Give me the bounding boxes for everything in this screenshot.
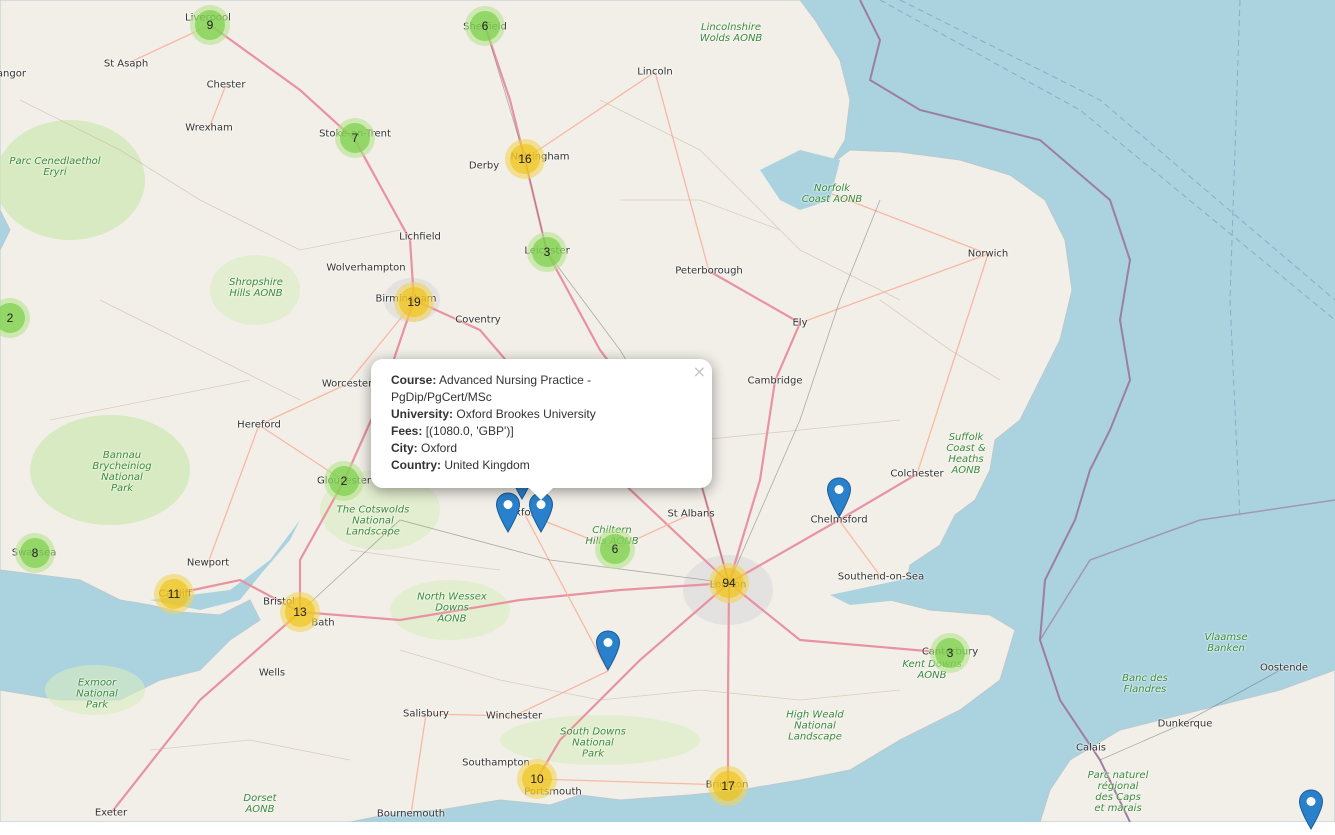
region-label-high-weald-national-landscape: High Weald National Landscape [786, 709, 844, 743]
popup-course-label: Course: [391, 373, 437, 387]
marker-cluster[interactable]: 19 [394, 282, 434, 322]
cluster-count: 10 [522, 764, 552, 794]
place-label-colchester: Colchester [890, 468, 944, 480]
place-label-newport: Newport [186, 557, 230, 569]
marker-cluster[interactable]: 6 [595, 529, 635, 569]
popup-fees-row: Fees: [(1080.0, 'GBP')] [391, 423, 692, 440]
popup-country-value: United Kingdom [441, 458, 530, 472]
cluster-count: 16 [510, 144, 540, 174]
course-popup: × Course: Advanced Nursing Practice - Pg… [371, 359, 712, 500]
map-pin-icon[interactable] [1298, 789, 1324, 830]
region-label-south-downs-national-park: South Downs National Park [560, 726, 626, 760]
cluster-count: 2 [329, 466, 359, 496]
cluster-count: 11 [159, 579, 189, 609]
place-label-st-asaph: St Asaph [103, 58, 149, 70]
cluster-count: 6 [470, 11, 500, 41]
place-label-calais: Calais [1075, 742, 1107, 754]
region-label-parc-cenedlaethol-eryri: Parc Cenedlaethol Eryri [9, 156, 101, 178]
place-label-dunkerque: Dunkerque [1157, 718, 1213, 730]
popup-course-row: Course: Advanced Nursing Practice - PgDi… [391, 372, 692, 406]
region-label-bannau-brycheiniog-national-park: Bannau Brycheiniog National Park [92, 450, 152, 494]
region-label-exmoor-national-park: Exmoor National Park [76, 677, 118, 711]
cluster-count: 9 [195, 10, 225, 40]
marker-cluster[interactable]: 2 [324, 461, 364, 501]
region-label-vlaamse-banken: Vlaamse Banken [1204, 632, 1248, 654]
region-label-suffolk-coast-heaths-aonb: Suffolk Coast & Heaths AONB [946, 432, 986, 476]
cluster-count: 3 [935, 638, 965, 668]
marker-cluster[interactable]: 11 [154, 574, 194, 614]
place-label-derby: Derby [468, 160, 500, 172]
place-label-cambridge: Cambridge [747, 375, 803, 387]
map-pin-icon[interactable] [495, 492, 521, 533]
place-label-wrexham: Wrexham [185, 122, 233, 134]
place-label-ely: Ely [792, 317, 808, 329]
cluster-count: 7 [340, 123, 370, 153]
cluster-count: 3 [532, 237, 562, 267]
place-label-st-albans: St Albans [667, 508, 715, 520]
place-label-wolverhampton: Wolverhampton [326, 262, 406, 274]
map-canvas[interactable]: LiverpoolSheffieldSt AsaphChesterLincoln… [0, 0, 1335, 830]
popup-university-value: Oxford Brookes University [453, 407, 596, 421]
region-label-dorset-aonb: Dorset AONB [243, 793, 277, 815]
popup-city-row: City: Oxford [391, 440, 692, 457]
place-label-bangor: Bangor [0, 68, 26, 80]
popup-city-value: Oxford [417, 441, 458, 455]
place-label-exeter: Exeter [94, 807, 128, 819]
popup-fees-label: Fees: [391, 424, 423, 438]
marker-cluster[interactable]: 17 [708, 766, 748, 806]
marker-cluster[interactable]: 3 [930, 633, 970, 673]
popup-city-label: City: [391, 441, 418, 455]
popup-country-label: Country: [391, 458, 441, 472]
snowdonia-green [0, 120, 145, 240]
region-label-shropshire-hills-aonb: Shropshire Hills AONB [229, 277, 283, 299]
region-label-norfolk-coast-aonb: Norfolk Coast AONB [801, 183, 863, 205]
marker-cluster[interactable]: 16 [505, 139, 545, 179]
cluster-count: 19 [399, 287, 429, 317]
place-label-winchester: Winchester [485, 710, 543, 722]
place-label-norwich: Norwich [967, 248, 1009, 260]
map-pin-icon[interactable] [595, 630, 621, 671]
popup-tip [528, 487, 554, 500]
place-label-lichfield: Lichfield [399, 231, 441, 243]
cluster-count: 2 [0, 303, 25, 333]
region-label-lincolnshire-wolds-aonb: Lincolnshire Wolds AONB [699, 22, 763, 44]
marker-cluster[interactable]: 13 [280, 592, 320, 632]
map-pin-icon[interactable] [826, 477, 852, 518]
marker-cluster[interactable]: 3 [527, 232, 567, 272]
region-label-parc-naturel-r-gional-des-caps-et-marais: Parc naturel régional des Caps et marais [1087, 770, 1149, 814]
place-label-peterborough: Peterborough [675, 265, 743, 277]
region-label-banc-des-flandres: Banc des Flandres [1122, 673, 1168, 695]
marker-cluster[interactable]: 10 [517, 759, 557, 799]
popup-fees-value: [(1080.0, 'GBP')] [422, 424, 514, 438]
popup-country-row: Country: United Kingdom [391, 457, 692, 474]
place-label-southend-on-sea: Southend-on-Sea [837, 571, 925, 583]
place-label-worcester: Worcester [321, 378, 373, 390]
popup-university-row: University: Oxford Brookes University [391, 406, 692, 423]
region-label-north-wessex-downs-aonb: North Wessex Downs AONB [417, 591, 487, 625]
place-label-coventry: Coventry [455, 314, 501, 326]
region-label-the-cotswolds-national-landscape: The Cotswolds National Landscape [336, 504, 410, 538]
marker-cluster[interactable]: 7 [335, 118, 375, 158]
marker-cluster[interactable]: 8 [15, 533, 55, 573]
cluster-count: 13 [285, 597, 315, 627]
popup-university-label: University: [391, 407, 454, 421]
place-label-wells: Wells [258, 667, 286, 679]
popup-content: Course: Advanced Nursing Practice - PgDi… [371, 359, 712, 488]
place-label-chester: Chester [206, 79, 246, 91]
cluster-count: 94 [714, 568, 744, 598]
popup-close-button[interactable]: × [693, 362, 706, 381]
cluster-count: 8 [20, 538, 50, 568]
cluster-count: 17 [713, 771, 743, 801]
cluster-count: 6 [600, 534, 630, 564]
place-label-bournemouth: Bournemouth [376, 808, 446, 820]
place-label-hereford: Hereford [237, 419, 281, 431]
marker-cluster[interactable]: 9 [190, 5, 230, 45]
place-label-oostende: Oostende [1259, 662, 1309, 674]
place-label-salisbury: Salisbury [403, 708, 449, 720]
marker-cluster[interactable]: 94 [709, 563, 749, 603]
place-label-lincoln: Lincoln [637, 66, 673, 78]
marker-cluster[interactable]: 6 [465, 6, 505, 46]
